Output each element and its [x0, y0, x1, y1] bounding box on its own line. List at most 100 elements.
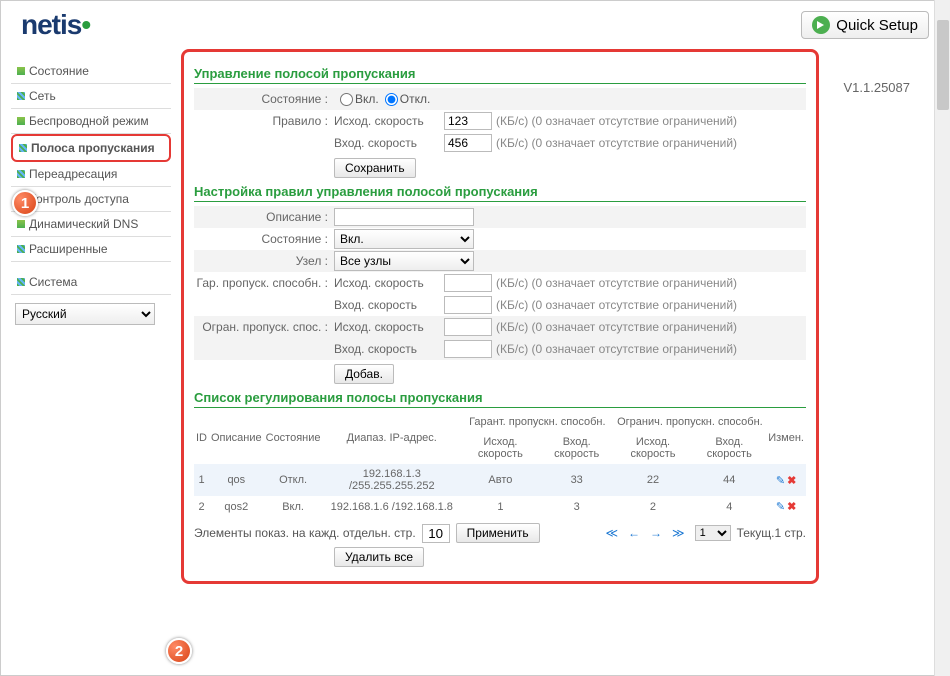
rule-label: Правило :	[194, 114, 334, 128]
save-button[interactable]: Сохранить	[334, 158, 416, 178]
delete-icon[interactable]: ✖	[787, 501, 796, 513]
bullet-icon	[17, 278, 25, 286]
bullet-icon	[17, 220, 25, 228]
per-page-input[interactable]	[422, 524, 450, 543]
bullet-icon	[17, 92, 25, 100]
col-out: Исход. скорость	[461, 432, 540, 464]
sidebar-item-forwarding[interactable]: Переадресация	[11, 162, 171, 187]
col-in: Вход. скорость	[692, 432, 766, 464]
section1-title: Управление полосой пропускания	[194, 66, 806, 84]
cell-state: Вкл.	[264, 496, 323, 517]
guaranteed-label: Гар. пропуск. способн. :	[194, 276, 334, 290]
add-button[interactable]: Добав.	[334, 364, 394, 384]
state-label: Состояние :	[194, 92, 334, 106]
desc-input[interactable]	[334, 208, 474, 226]
sidebar-item-bandwidth[interactable]: Полоса пропускания	[11, 134, 171, 162]
col-limit: Огранич. пропускн. способн.	[614, 412, 767, 432]
state-off-radio[interactable]	[385, 93, 398, 106]
cell-lout: 22	[614, 464, 693, 496]
table-row: 2 qos2 Вкл. 192.168.1.6 /192.168.1.8 1 3…	[194, 496, 806, 517]
pager: Элементы показ. на кажд. отдельн. стр. П…	[194, 523, 806, 543]
radio-label: Вкл.	[355, 92, 379, 106]
delete-all-button[interactable]: Удалить все	[334, 547, 424, 567]
quick-setup-button[interactable]: Quick Setup	[801, 11, 929, 39]
scrollbar[interactable]	[934, 0, 950, 676]
section3-title: Список регулирования полосы пропускания	[194, 390, 806, 408]
col-edit: Измен.	[766, 412, 806, 464]
cell-gin: 3	[540, 496, 614, 517]
bullet-icon	[19, 144, 27, 152]
sidebar-item-advanced[interactable]: Расширенные	[11, 237, 171, 262]
cell-lout: 2	[614, 496, 693, 517]
logo: netis•	[21, 9, 90, 41]
cell-id: 2	[194, 496, 209, 517]
guar-out-input[interactable]	[444, 274, 492, 292]
out-speed-input[interactable]	[444, 112, 492, 130]
language-select[interactable]: Русский	[15, 303, 155, 325]
limit-out-input[interactable]	[444, 318, 492, 336]
sidebar-item-label: Система	[29, 275, 77, 289]
node-label: Узел :	[194, 254, 334, 268]
cell-ip: 192.168.1.6 /192.168.1.8	[323, 496, 462, 517]
sidebar-item-label: Динамический DNS	[29, 217, 138, 231]
per-page-label: Элементы показ. на кажд. отдельн. стр.	[194, 526, 416, 540]
cell-gout: 1	[461, 496, 540, 517]
col-id: ID	[194, 412, 209, 464]
sidebar-item-label: Полоса пропускания	[31, 141, 155, 155]
limit-in-input[interactable]	[444, 340, 492, 358]
pager-next-icon[interactable]: →	[650, 526, 666, 540]
annotation-callout-1: 1	[12, 190, 38, 216]
bullet-icon	[17, 117, 25, 125]
unit-hint: (КБ/с) (0 означает отсутствие ограничени…	[496, 320, 737, 334]
guar-in-input[interactable]	[444, 296, 492, 314]
bullet-icon	[17, 170, 25, 178]
scrollbar-thumb[interactable]	[937, 20, 949, 110]
pager-last-icon[interactable]: ≫	[672, 526, 689, 540]
in-speed-label: Вход. скорость	[334, 298, 444, 312]
sidebar-item-status[interactable]: Состояние	[11, 59, 171, 84]
cell-gout: Авто	[461, 464, 540, 496]
cell-lin: 44	[692, 464, 766, 496]
desc-label: Описание :	[194, 210, 334, 224]
limit-label: Огран. пропуск. спос. :	[194, 320, 334, 334]
cell-id: 1	[194, 464, 209, 496]
bullet-icon	[17, 245, 25, 253]
cell-state: Откл.	[264, 464, 323, 496]
col-in: Вход. скорость	[540, 432, 614, 464]
sidebar-item-label: Беспроводной режим	[29, 114, 149, 128]
state-on-radio[interactable]	[340, 93, 353, 106]
play-icon	[812, 16, 830, 34]
quick-setup-label: Quick Setup	[836, 17, 918, 34]
out-speed-label: Исход. скорость	[334, 114, 444, 128]
in-speed-input[interactable]	[444, 134, 492, 152]
sidebar-item-ddns[interactable]: Динамический DNS	[11, 212, 171, 237]
pager-prev-icon[interactable]: ←	[628, 526, 644, 540]
out-speed-label: Исход. скорость	[334, 276, 444, 290]
cell-lin: 4	[692, 496, 766, 517]
current-page-label: Текущ.1 стр.	[737, 526, 806, 540]
sidebar-item-system[interactable]: Система	[11, 270, 171, 295]
table-row: 1 qos Откл. 192.168.1.3 /255.255.255.252…	[194, 464, 806, 496]
state-select[interactable]: Вкл.	[334, 229, 474, 249]
pager-first-icon[interactable]: ≪	[605, 526, 622, 540]
pencil-icon[interactable]: ✎	[776, 501, 785, 513]
in-speed-label: Вход. скорость	[334, 342, 444, 356]
sidebar-item-network[interactable]: Сеть	[11, 84, 171, 109]
sidebar: Состояние Сеть Беспроводной режим Полоса…	[1, 49, 171, 675]
node-select[interactable]: Все узлы	[334, 251, 474, 271]
content-panel: Управление полосой пропускания Состояние…	[181, 49, 819, 584]
col-ip: Диапаз. IP-адрес.	[323, 412, 462, 464]
apply-button[interactable]: Применить	[456, 523, 540, 543]
page-select[interactable]: 1	[695, 525, 731, 541]
col-state: Состояние	[264, 412, 323, 464]
delete-icon[interactable]: ✖	[787, 475, 796, 487]
bandwidth-table: ID Описание Состояние Диапаз. IP-адрес. …	[194, 412, 806, 517]
state2-label: Состояние :	[194, 232, 334, 246]
pencil-icon[interactable]: ✎	[776, 475, 785, 487]
sidebar-item-label: Состояние	[29, 64, 89, 78]
cell-gin: 33	[540, 464, 614, 496]
in-speed-label: Вход. скорость	[334, 136, 444, 150]
annotation-callout-2: 2	[166, 638, 192, 664]
sidebar-item-wireless[interactable]: Беспроводной режим	[11, 109, 171, 134]
section2-title: Настройка правил управления полосой проп…	[194, 184, 806, 202]
